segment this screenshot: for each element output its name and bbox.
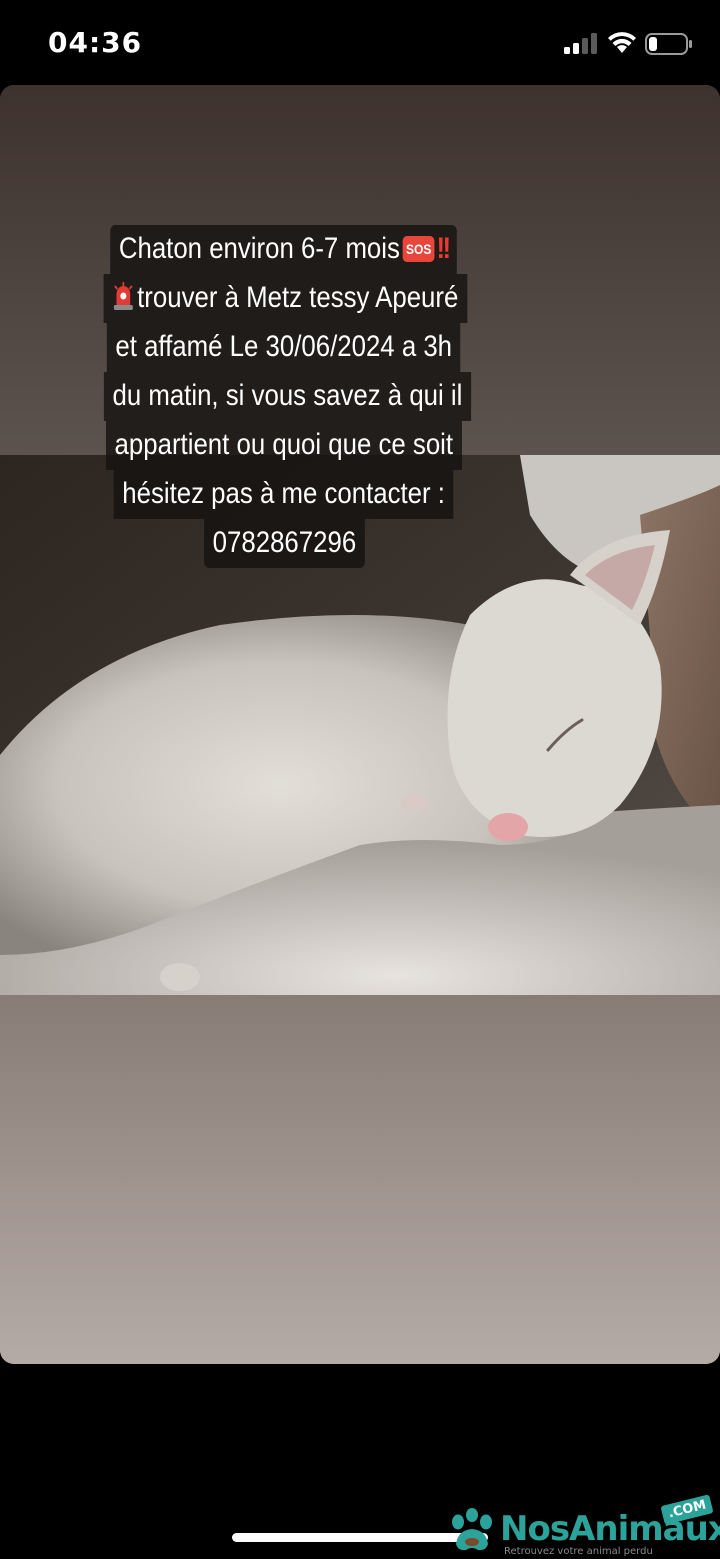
caption-line-3: et affamé Le 30/06/2024 a 3h [107, 323, 461, 372]
caption-line-2-text: trouver à Metz tessy Apeuré [137, 281, 459, 314]
caption-line-6: hésitez pas à me contacter : [114, 470, 454, 519]
caption-line-1: Chaton environ 6-7 mois SOS!! [110, 225, 458, 274]
story-background-bottom [0, 995, 720, 1364]
battery-icon [645, 33, 692, 55]
caption-line-1-text: Chaton environ 6-7 mois [119, 232, 401, 265]
status-time: 04:36 [48, 26, 143, 59]
story-card[interactable]: Chaton environ 6-7 mois SOS!! trouver à M… [0, 85, 720, 1364]
wifi-icon [608, 32, 636, 53]
nosanimaux-watermark: NosAnimaux .COM Retrouvez votre animal p… [448, 1494, 720, 1558]
caption-line-2: trouver à Metz tessy Apeuré [103, 274, 467, 323]
paw-logo-icon [452, 1508, 492, 1551]
signal-icon [564, 33, 597, 54]
caption-phone-number: 0782867296 [203, 519, 365, 568]
status-bar: 04:36 [0, 0, 720, 84]
siren-emoji-icon [113, 282, 133, 310]
watermark-tagline: Retrouvez votre animal perdu [504, 1546, 653, 1557]
caption-line-4: du matin, si vous savez à qui il [103, 372, 471, 421]
caption-line-5: appartient ou quoi que ce soit [106, 421, 462, 470]
sos-emoji-icon: SOS [402, 236, 436, 262]
double-exclamation-icon: !! [436, 232, 452, 265]
story-caption: Chaton environ 6-7 mois SOS!! trouver à M… [74, 225, 494, 568]
